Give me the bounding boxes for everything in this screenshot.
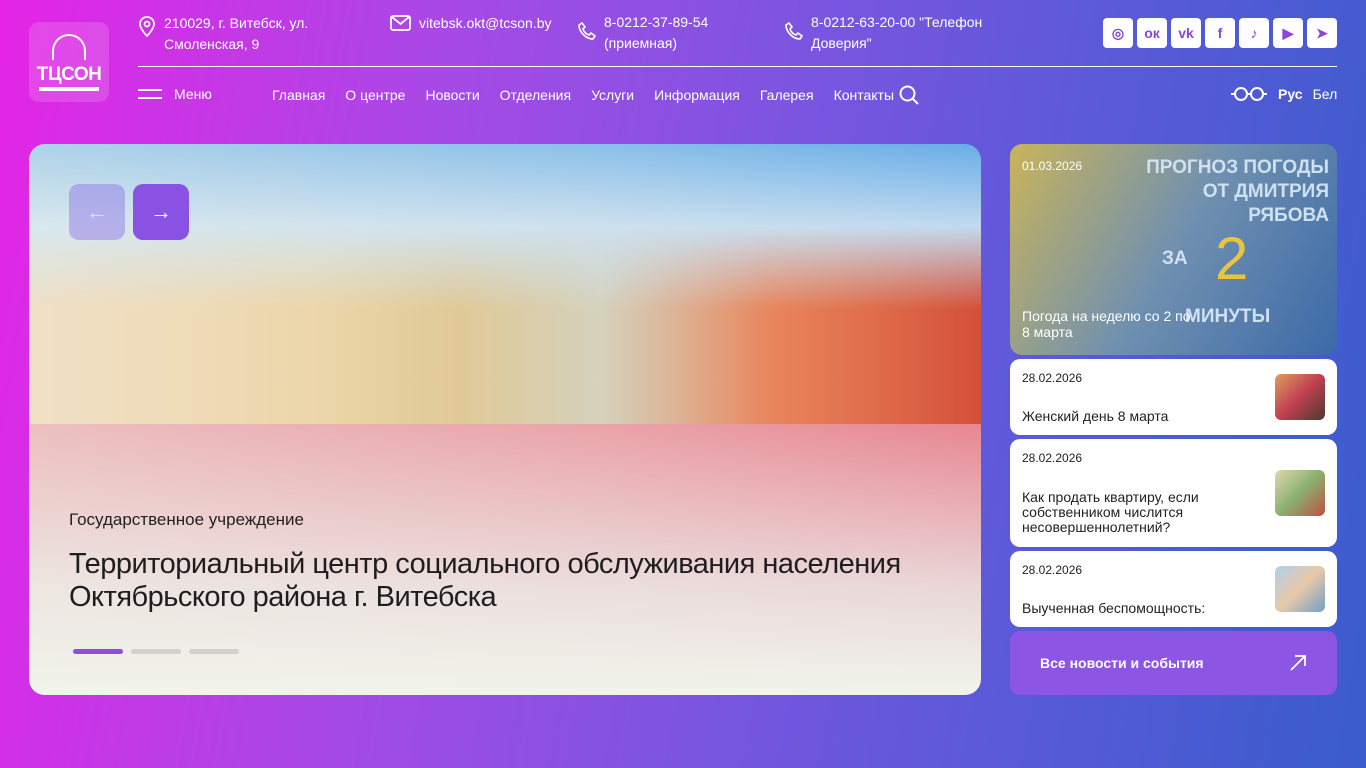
mail-icon bbox=[390, 15, 411, 31]
news-date: 28.02.2026 bbox=[1022, 563, 1083, 577]
nav-services[interactable]: Услуги bbox=[591, 87, 634, 103]
email-link[interactable]: vitebsk.okt@tcson.by bbox=[419, 13, 552, 34]
main-nav: Главная О центре Новости Отделения Услуг… bbox=[272, 87, 894, 103]
hero-title: Территориальный центр социального обслуж… bbox=[69, 548, 901, 613]
header-divider bbox=[138, 66, 1337, 67]
news-item[interactable]: 28.02.2026 Женский день 8 марта bbox=[1010, 359, 1337, 435]
nav-news[interactable]: Новости bbox=[425, 87, 479, 103]
email[interactable]: vitebsk.okt@tcson.by bbox=[390, 13, 552, 34]
location-icon bbox=[139, 16, 155, 37]
menu-label: Меню bbox=[174, 86, 212, 102]
phone-reception-text[interactable]: 8-0212-37-89-54 (приемная) bbox=[604, 12, 748, 54]
logo-bar bbox=[39, 86, 99, 91]
prev-slide-button[interactable]: ← bbox=[69, 184, 125, 240]
accessibility-glasses-icon[interactable] bbox=[1230, 86, 1268, 102]
phone-reception[interactable]: 8-0212-37-89-54 (приемная) bbox=[578, 12, 748, 54]
featured-date: 01.03.2026 bbox=[1022, 159, 1083, 173]
social-links: ◎ ок vk f ♪ ▶ ➤ bbox=[1103, 18, 1337, 48]
news-thumbnail bbox=[1275, 470, 1325, 516]
news-title: Как продать квартиру, если собственником… bbox=[1022, 489, 1199, 535]
news-title: Женский день 8 марта bbox=[1022, 408, 1169, 424]
featured-news[interactable]: ПРОГНОЗ ПОГОДЫ ОТ ДМИТРИЯ РЯБОВА ЗА 2 МИ… bbox=[1010, 144, 1337, 355]
nav-home[interactable]: Главная bbox=[272, 87, 325, 103]
phone-icon bbox=[578, 22, 596, 40]
news-thumbnail bbox=[1275, 566, 1325, 612]
instagram-icon[interactable]: ◎ bbox=[1103, 18, 1133, 48]
address-text: 210029, г. Витебск, ул. Смоленская, 9 bbox=[164, 15, 309, 52]
featured-image-za: ЗА bbox=[1162, 248, 1188, 269]
nav-contacts[interactable]: Контакты bbox=[834, 87, 894, 103]
phone-icon bbox=[785, 22, 803, 40]
hero-subtitle: Государственное учреждение bbox=[69, 510, 304, 529]
address: 210029, г. Витебск, ул. Смоленская, 9 bbox=[138, 13, 338, 55]
news-date: 28.02.2026 bbox=[1022, 371, 1083, 385]
featured-image-number: 2 bbox=[1215, 225, 1249, 292]
news-item[interactable]: 28.02.2026 Как продать квартиру, если со… bbox=[1010, 439, 1337, 547]
hero-slider: ← → Государственное учреждение Территори… bbox=[29, 144, 981, 695]
phone-trust[interactable]: 8-0212-63-20-00 "Телефон Доверия" bbox=[785, 12, 985, 54]
nav-about[interactable]: О центре bbox=[345, 87, 405, 103]
vk-icon[interactable]: vk bbox=[1171, 18, 1201, 48]
slider-dot[interactable] bbox=[131, 649, 181, 654]
logo-text: ТЦСОН bbox=[36, 63, 102, 85]
phone-trust-text[interactable]: 8-0212-63-20-00 "Телефон Доверия" bbox=[811, 12, 985, 54]
news-date: 28.02.2026 bbox=[1022, 451, 1083, 465]
slider-dots bbox=[73, 649, 239, 654]
news-title: Выученная беспомощность: bbox=[1022, 600, 1206, 616]
all-news-button[interactable]: Все новости и события bbox=[1010, 631, 1337, 695]
lang-ru[interactable]: Рус bbox=[1278, 86, 1303, 102]
telegram-icon[interactable]: ➤ bbox=[1307, 18, 1337, 48]
youtube-icon[interactable]: ▶ bbox=[1273, 18, 1303, 48]
search-icon[interactable] bbox=[899, 85, 919, 105]
logo[interactable]: ТЦСОН bbox=[29, 22, 109, 102]
facebook-icon[interactable]: f bbox=[1205, 18, 1235, 48]
tiktok-icon[interactable]: ♪ bbox=[1239, 18, 1269, 48]
nav-gallery[interactable]: Галерея bbox=[760, 87, 814, 103]
lang-by[interactable]: Бел bbox=[1313, 86, 1338, 102]
slider-dot[interactable] bbox=[73, 649, 123, 654]
featured-caption: Погода на неделю со 2 по 8 марта bbox=[1022, 308, 1191, 340]
arrow-up-right-icon bbox=[1290, 655, 1306, 671]
next-slide-button[interactable]: → bbox=[133, 184, 189, 240]
news-item[interactable]: 28.02.2026 Выученная беспомощность: bbox=[1010, 551, 1337, 627]
nav-info[interactable]: Информация bbox=[654, 87, 740, 103]
slider-dot[interactable] bbox=[189, 649, 239, 654]
all-news-label: Все новости и события bbox=[1040, 655, 1204, 671]
news-thumbnail bbox=[1275, 374, 1325, 420]
featured-image-text: ПРОГНОЗ ПОГОДЫ ОТ ДМИТРИЯ РЯБОВА bbox=[1146, 157, 1329, 226]
nav-departments[interactable]: Отделения bbox=[500, 87, 571, 103]
menu-button[interactable]: Меню bbox=[138, 86, 212, 102]
hamburger-icon bbox=[138, 89, 162, 99]
logo-emblem bbox=[52, 33, 86, 60]
language-switch: Рус Бел bbox=[1230, 86, 1337, 102]
odnoklassniki-icon[interactable]: ок bbox=[1137, 18, 1167, 48]
